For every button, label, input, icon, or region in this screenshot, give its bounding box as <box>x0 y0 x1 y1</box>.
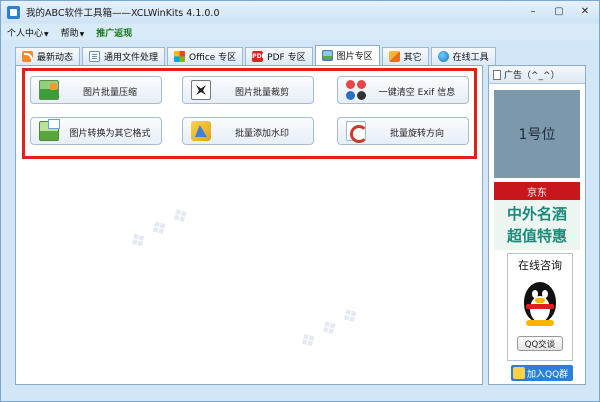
image-convert-icon <box>39 119 60 141</box>
menu-referral-cashback[interactable]: 推广返现 <box>90 26 138 39</box>
menu-personal-center[interactable]: 个人中心▼ <box>1 26 55 39</box>
window-controls: – ▢ ✕ <box>523 3 595 19</box>
app-window: 我的ABC软件工具箱——XCLWinKits 4.1.0.0 – ▢ ✕ 个人中… <box>0 0 600 402</box>
chevron-down-icon: ▼ <box>79 30 85 38</box>
tab-content-image: ❖ ❖ ❖ ❖ ❖ ❖ 图片批量压缩 图片批量裁剪 一键清空 Exif 信息 图… <box>15 65 483 385</box>
chevron-down-icon: ▼ <box>44 30 49 38</box>
globe-icon <box>437 51 449 62</box>
rotate-icon <box>346 121 368 143</box>
batch-rotate-button[interactable]: 批量旋转方向 <box>337 117 469 145</box>
tab-other[interactable]: 其它 <box>381 47 429 65</box>
clear-exif-button[interactable]: 一键清空 Exif 信息 <box>337 76 469 104</box>
qq-consult-title: 在线咨询 <box>518 259 562 272</box>
exif-clear-icon <box>346 80 366 100</box>
title-bar[interactable]: 我的ABC软件工具箱——XCLWinKits 4.1.0.0 – ▢ ✕ <box>1 1 599 23</box>
menu-help[interactable]: 帮助▼ <box>55 26 91 39</box>
app-icon <box>7 5 20 19</box>
image-compress-icon <box>39 80 59 100</box>
rss-icon <box>22 51 33 62</box>
batch-watermark-button[interactable]: 批量添加水印 <box>182 117 314 145</box>
qq-chat-button[interactable]: QQ交谈 <box>517 336 563 351</box>
ad-sidebar: 广告（^_^） 1号位 京东 中外名酒 超值特惠 在线咨询 QQ交谈 加入QQ群 <box>488 65 586 385</box>
pdf-icon: PDF <box>252 51 266 62</box>
ad-slot-1[interactable]: 1号位 <box>494 90 580 178</box>
document-icon <box>89 51 101 62</box>
join-qq-group-button[interactable]: 加入QQ群 <box>511 365 573 381</box>
tab-image[interactable]: 图片专区 <box>314 45 380 65</box>
batch-compress-button[interactable]: 图片批量压缩 <box>30 76 162 104</box>
qq-group-icon <box>513 367 525 379</box>
tab-pdf[interactable]: PDF PDF 专区 <box>245 47 313 65</box>
tab-office[interactable]: Office 专区 <box>167 47 244 65</box>
minimize-button[interactable]: – <box>523 3 543 19</box>
tab-online-tools[interactable]: 在线工具 <box>430 47 496 65</box>
crop-icon <box>191 80 211 100</box>
status-bar <box>1 388 599 401</box>
jd-banner[interactable]: 京东 <box>494 182 580 200</box>
close-button[interactable]: ✕ <box>575 3 595 19</box>
maximize-button[interactable]: ▢ <box>549 3 569 19</box>
qq-penguin-icon <box>518 274 562 330</box>
menu-bar: 个人中心▼ 帮助▼ 推广返现 <box>1 24 599 40</box>
watermark: ❖ ❖ ❖ <box>124 200 195 256</box>
tab-general-file[interactable]: 通用文件处理 <box>82 47 166 65</box>
ad-header: 广告（^_^） <box>489 66 585 84</box>
qq-consult-card: 在线咨询 QQ交谈 <box>507 253 573 361</box>
wine-ad[interactable]: 中外名酒 超值特惠 <box>494 200 580 250</box>
page-icon <box>493 69 501 80</box>
window-title: 我的ABC软件工具箱——XCLWinKits 4.1.0.0 <box>26 8 220 19</box>
image-icon <box>321 50 333 61</box>
convert-format-button[interactable]: 图片转换为其它格式 <box>30 117 162 145</box>
office-icon <box>174 51 186 62</box>
watermark-icon <box>191 121 211 141</box>
tab-bar: 最新动态 通用文件处理 Office 专区 PDF PDF 专区 图片专区 其它 … <box>15 45 498 65</box>
watermark: ❖ ❖ ❖ <box>294 300 365 356</box>
batch-crop-button[interactable]: 图片批量裁剪 <box>182 76 314 104</box>
other-icon <box>388 51 400 62</box>
tab-latest-news[interactable]: 最新动态 <box>15 47 81 65</box>
